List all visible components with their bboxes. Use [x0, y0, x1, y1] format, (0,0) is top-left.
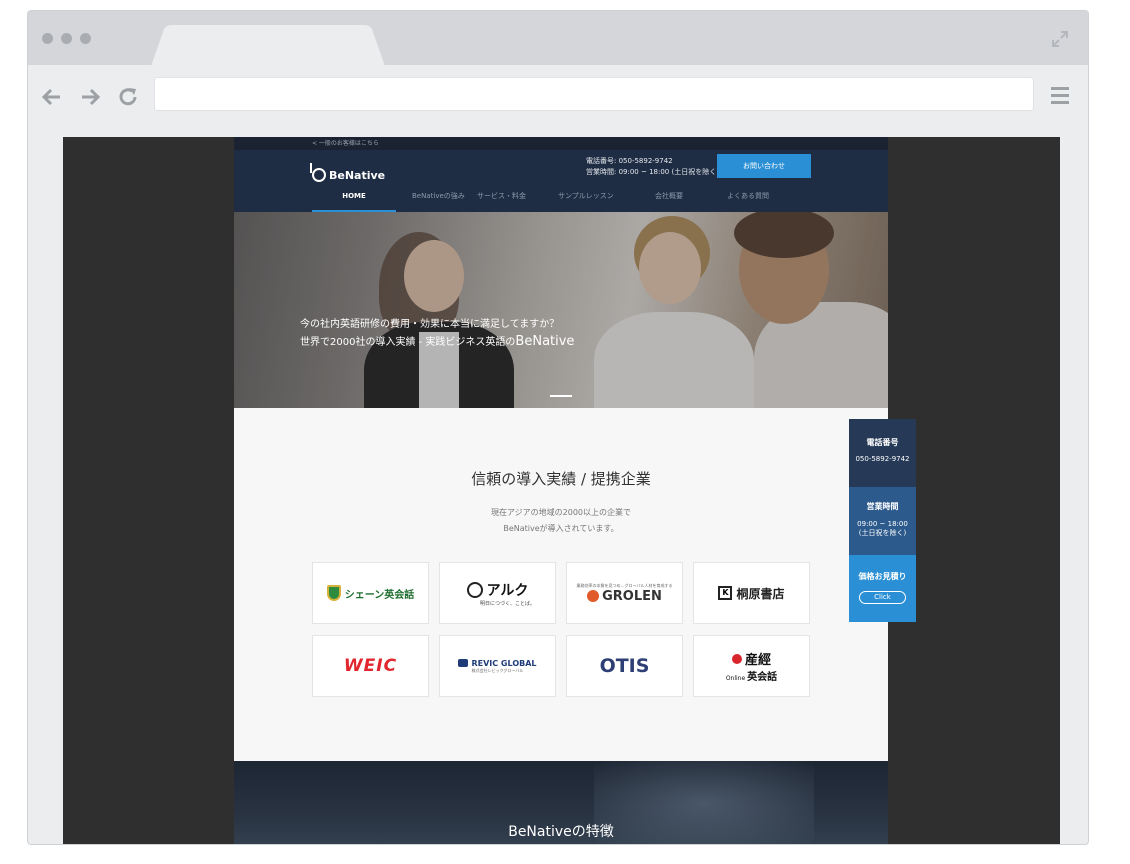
page-viewport: < 一般のお客様はこちら BeNative 電話番号: 050-5892-974… [63, 137, 1060, 844]
expand-icon[interactable] [1050, 29, 1070, 49]
hero-line-2-brand: BeNative [515, 334, 575, 349]
header-contact-info: 電話番号: 050-5892-9742 営業時間: 09:00 ~ 18:00 … [586, 156, 719, 178]
side-hours-label: 営業時間 [866, 502, 899, 511]
grolen-mark-icon [587, 590, 600, 602]
hero-banner: 今の社内英語研修の費用・効果に本当に満足してますか？ 世界で2000社の導入実績… [234, 212, 888, 408]
general-customer-link[interactable]: < 一般のお客様はこちら [234, 137, 888, 150]
header-phone: 電話番号: 050-5892-9742 [586, 157, 673, 165]
nav-strengths[interactable]: BeNativeの強み [396, 188, 477, 212]
maximize-dot[interactable] [80, 33, 91, 44]
nav-home[interactable]: HOME [312, 188, 396, 212]
logo-text: BeNative [329, 168, 386, 182]
partner-logo-alc: アルク 明日につづく、ことば。 [439, 562, 556, 624]
side-hours-value-2: (土日祝を除く) [858, 529, 907, 537]
hero-line-2: 世界で2000社の導入実績 - 実践ビジネス英語のBeNative [300, 333, 574, 351]
minimize-dot[interactable] [61, 33, 72, 44]
features-title: BeNativeの特徴 [508, 824, 614, 840]
site-header: BeNative 電話番号: 050-5892-9742 営業時間: 09:00… [234, 150, 888, 212]
browser-toolbar [28, 65, 1088, 137]
sankei-mark-icon [731, 653, 742, 664]
browser-tab[interactable] [150, 25, 386, 69]
partners-desc-line-2: BeNativeが導入されています。 [503, 524, 619, 533]
reload-icon[interactable] [116, 85, 140, 109]
partners-title: 信頼の導入実績 / 提携企業 [471, 470, 651, 488]
hero-overlay [234, 212, 888, 408]
partner-name: アルク [486, 582, 529, 599]
close-dot[interactable] [42, 33, 53, 44]
partner-logo-weic: WEIC [312, 635, 429, 697]
partner-subtext: Online [725, 675, 746, 682]
hero-line-2-prefix: 世界で2000社の導入実績 - 実践ビジネス英語の [300, 337, 516, 348]
side-hours-box: 営業時間 09:00 ~ 18:00 (土日祝を除く) [849, 487, 916, 555]
nav-services[interactable]: サービス・料金 [477, 188, 558, 212]
partner-name: 桐原書店 [736, 586, 785, 601]
side-quote-box[interactable]: 価格お見積り Click [849, 555, 916, 622]
partners-desc-line-1: 現在アジアの地域の2000以上の企業で [490, 508, 632, 517]
partner-tagline: 明日につづく、ことば。 [479, 600, 535, 607]
side-phone-label: 電話番号 [866, 438, 899, 447]
quote-click-button[interactable]: Click [859, 591, 906, 604]
nav-sample-lesson[interactable]: サンプルレッスン [558, 188, 651, 212]
nav-faq[interactable]: よくある質問 [727, 188, 808, 212]
partner-name: シェーン英会話 [344, 589, 415, 601]
global-nav: HOME BeNativeの強み サービス・料金 サンプルレッスン 会社概要 よ… [312, 188, 808, 212]
back-arrow-icon[interactable] [40, 85, 64, 109]
side-phone-value: 050-5892-9742 [855, 455, 910, 463]
header-hours: 営業時間: 09:00 ~ 18:00 (土日祝を除く) [586, 168, 719, 176]
address-bar[interactable] [154, 77, 1034, 111]
partner-logo-otis: OTIS [566, 635, 683, 697]
logo-icon [310, 163, 326, 182]
partner-logo-shane: シェーン英会話 [312, 562, 429, 624]
partner-logo-revic: REVIC GLOBAL 株式会社レビックグローバル [439, 635, 556, 697]
partners-section: 信頼の導入実績 / 提携企業 現在アジアの地域の2000以上の企業で BeNat… [234, 408, 888, 761]
window-controls [42, 33, 91, 44]
revic-mark-icon [458, 659, 469, 667]
partner-subtext-2: 英会話 [747, 672, 778, 683]
site-logo[interactable]: BeNative [310, 163, 386, 182]
partner-logo-grolen: 業務効率の本質を見つめ…グローバル人材を育成する GROLEN [566, 562, 683, 624]
partner-logo-grid: シェーン英会話 アルク 明日につづく、ことば。 業務効率の本質を見つめ…グローバ… [312, 562, 810, 697]
browser-window: < 一般のお客様はこちら BeNative 電話番号: 050-5892-974… [27, 10, 1089, 845]
partner-name: REVIC GLOBAL [471, 658, 537, 668]
website: < 一般のお客様はこちら BeNative 電話番号: 050-5892-974… [234, 137, 888, 844]
partner-name: GROLEN [602, 588, 662, 604]
nav-company[interactable]: 会社概要 [651, 188, 727, 212]
hero-line-1: 今の社内英語研修の費用・効果に本当に満足してますか？ [300, 319, 560, 330]
hero-copy: 今の社内英語研修の費用・効果に本当に満足してますか？ 世界で2000社の導入実績… [300, 316, 574, 351]
alc-mark-icon [466, 581, 483, 598]
side-hours-value-1: 09:00 ~ 18:00 [857, 520, 908, 528]
side-phone-box[interactable]: 電話番号 050-5892-9742 [849, 419, 916, 487]
inquiry-button[interactable]: お問い合わせ [717, 154, 811, 178]
hamburger-menu-icon[interactable] [1050, 85, 1070, 105]
slider-indicator[interactable] [550, 395, 572, 397]
side-quote-label: 価格お見積り [858, 572, 907, 581]
partner-logo-kirihara: K 桐原書店 [693, 562, 810, 624]
partners-description: 現在アジアの地域の2000以上の企業で BeNativeが導入されています。 [234, 505, 888, 537]
shield-icon [326, 585, 341, 601]
partner-name: OTIS [599, 655, 650, 677]
partner-subtext: 株式会社レビックグローバル [471, 667, 524, 673]
tab-bar [28, 11, 1088, 69]
partner-name: WEIC [343, 656, 398, 676]
kirihara-mark-icon: K [718, 586, 733, 600]
features-section: BeNativeの特徴 [234, 761, 888, 844]
partner-logo-sankei: 産經 Online 英会話 [693, 635, 810, 697]
forward-arrow-icon[interactable] [78, 85, 102, 109]
